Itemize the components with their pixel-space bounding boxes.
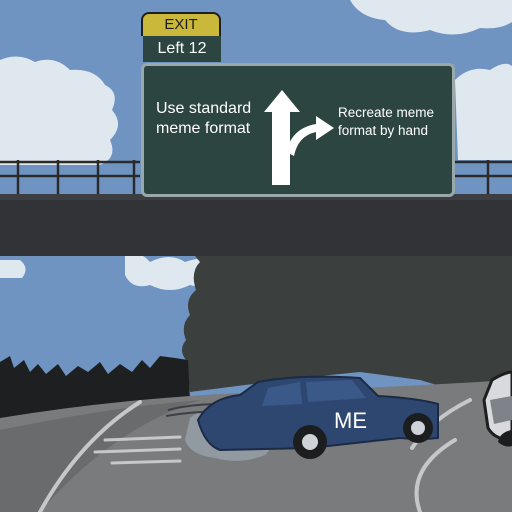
fork-arrow-icon [264,90,334,185]
exit-number-label: Left 12 [143,36,221,62]
overpass [0,194,512,256]
exit-tab: EXIT [141,12,221,36]
right-option-text: Recreate meme format by hand [338,105,435,138]
highway-sign: Use standard meme format Recreate meme f… [141,63,455,197]
meme-scene: EXIT Left 12 Use standard meme format Re… [0,0,512,512]
car-label: ME [334,408,367,433]
